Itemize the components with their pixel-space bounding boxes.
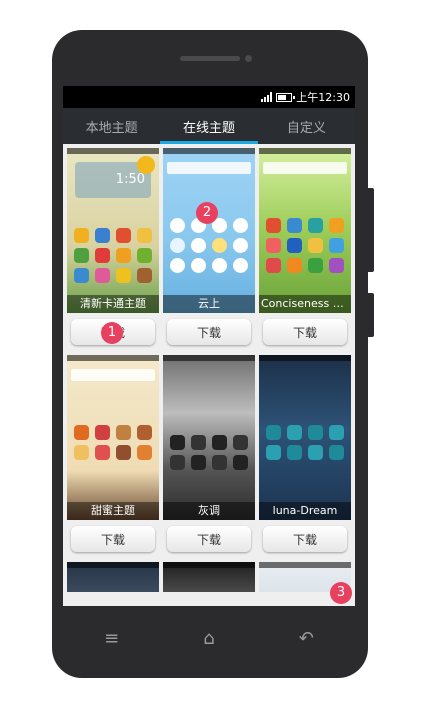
theme-name: 甜蜜主题 [67,502,159,520]
app-icons [169,218,249,273]
theme-preview[interactable]: luna-Dream [259,355,351,520]
theme-preview[interactable]: Conciseness and... [259,148,351,313]
download-button[interactable]: 下载 [71,526,155,552]
search-bar-preview [263,162,347,174]
theme-card: 甜蜜主题 下载 [67,355,159,552]
theme-card: 云上 下载 [163,148,255,345]
theme-card: 灰调 下载 [163,355,255,552]
theme-card: Conciseness and... 下载 [259,148,351,345]
theme-preview[interactable]: 灰调 [163,355,255,520]
theme-preview[interactable]: 1:50 清新卡通主题 [67,148,159,313]
power-button[interactable] [366,293,374,337]
theme-preview[interactable] [163,562,255,592]
theme-name: luna-Dream [259,502,351,520]
step-badge: 3 [330,582,352,604]
search-bar-preview [167,162,251,174]
theme-name: 灰调 [163,502,255,520]
tab-online-themes[interactable]: 在线主题 [160,108,258,144]
front-camera [245,55,252,62]
theme-card: luna-Dream 下载 [259,355,351,552]
theme-preview[interactable] [67,562,159,592]
download-button[interactable]: 下载 [167,319,251,345]
status-time: 上午12:30 [296,91,350,104]
theme-name: Conciseness and... [259,295,351,313]
theme-preview[interactable]: 甜蜜主题 [67,355,159,520]
home-icon[interactable]: ⌂ [189,628,229,649]
status-bar: 上午12:30 [63,86,355,108]
back-icon[interactable]: ↶ [286,628,326,649]
search-bar-preview [71,369,155,381]
earpiece-speaker [180,56,240,61]
step-badge: 2 [196,202,218,224]
download-button[interactable]: 下载 [263,319,347,345]
theme-name: 清新卡通主题 [67,295,159,313]
weather-sun-icon [137,156,155,174]
step-badge: 1 [101,322,123,344]
download-button[interactable]: 下载 [167,526,251,552]
theme-preview[interactable]: 云上 [163,148,255,313]
app-icons [265,218,345,273]
app-icons [265,425,345,460]
app-icons [73,425,153,460]
app-icons [73,228,153,283]
download-button[interactable]: 下载 [263,526,347,552]
volume-button[interactable] [366,188,374,272]
phone-screen: 上午12:30 本地主题 在线主题 自定义 1:50 清新卡通主题 下载 [63,86,355,606]
signal-icon [261,92,273,102]
theme-card: 1:50 清新卡通主题 下载 [67,148,159,345]
tab-custom[interactable]: 自定义 [258,108,355,144]
theme-tabs: 本地主题 在线主题 自定义 [63,108,355,144]
menu-icon[interactable]: ≡ [92,628,132,649]
nav-keys: ≡ ⌂ ↶ [63,618,355,658]
battery-icon [276,92,296,102]
app-icons [169,435,249,470]
theme-name: 云上 [163,295,255,313]
tab-local-themes[interactable]: 本地主题 [63,108,160,144]
